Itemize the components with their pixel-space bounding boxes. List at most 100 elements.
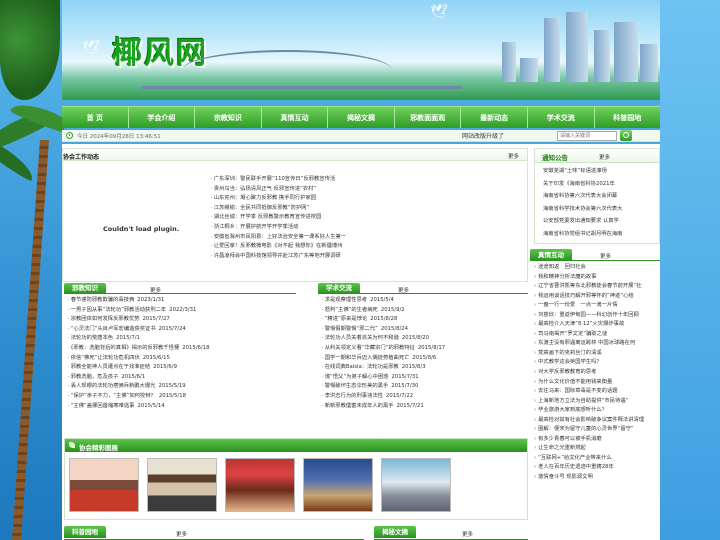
gallery-photo[interactable] [225,458,295,512]
list-item[interactable]: › 我和精神分析法魔的故事 [534,273,660,283]
list-item[interactable]: ·求是观察理性思考 2015/5/4 [322,296,528,306]
clock-icon [66,132,73,139]
list-item[interactable]: 关于印发《海南省科协2021年 [543,178,659,191]
list-item[interactable]: ·依信“佛死”让法轮功危机四伏 2015/6/15 [68,354,296,364]
gallery-photo[interactable] [147,458,217,512]
digest-title[interactable]: 揭秘文摘 [374,526,416,538]
list-item[interactable]: › 毕业旅游大家到底想听什么？ [534,406,660,416]
list-item[interactable]: ·许昌凌拜会中国科技馆领导并赴江苏广东等地开展调研 [211,252,346,262]
list-item[interactable]: › 为什么文化价值不能用钱来衡量 [534,378,660,388]
nav-home[interactable]: 首 页 [62,107,129,128]
list-item[interactable]: ·贵州乌当：弘扬清风正气 反邪宣传进“农村” [211,185,346,195]
academic-list: ·求是观察理性思考 2015/5/4 ·怒判“主佛”的生者病死 2015/9/2 ·… [318,294,528,411]
nav-digest[interactable]: 揭秘文摘 [328,107,395,128]
list-item[interactable]: ·怒判“主佛”的生者病死 2015/9/2 [322,306,528,316]
list-item[interactable]: › 图解：便宋为留守儿童的心灵世界“留守” [534,425,660,435]
work-news-list: ·广东深圳：警民联手开展“110宣传日”反邪教宣传活 ·贵州乌当：弘扬清风正气 … [211,175,346,261]
list-item[interactable]: ·安徽省滁州市凤阳县：上好法治安全第一课系好人生第一 [211,233,346,243]
list-item[interactable]: › 对大学反邪教教育的思考 [534,368,660,378]
list-item[interactable]: ·“保护”亲子不力，“主佛”如何狡辩？ 2015/5/18 [68,392,296,402]
list-item[interactable]: › “互联网+”给文化产业带来什么 [534,454,660,464]
list-item[interactable]: ·湖北丝城：开学季 反邪教警示教育宣传进校园 [211,213,346,223]
nav-science[interactable]: 科普园地 [595,107,661,128]
list-item[interactable]: 海南省科协党组书记胡月明在海南 [543,228,659,241]
page: 🕊 🕊 椰风网 首 页 学会介绍 宗教知识 真情互动 揭秘文摘 邪教面面观 最新… [0,0,720,540]
list-item[interactable]: ·法轮功的荒唐本色 2015/7/1 [68,334,296,344]
list-item[interactable]: ·宗教团体如何发挥反邪教优势 2015/7/27 [68,315,296,325]
list-item[interactable]: ·广东深圳：警民联手开展“110宣传日”反邪教宣传活 [211,175,346,185]
list-item[interactable]: ·警惕假期警惕“邪二代” 2015/8/24 [322,325,528,335]
notice-list: 安徽芜湖“土味”标语进濠场 关于印发《海南省科协2021年 海南省科协第六次代表… [535,163,659,241]
list-item[interactable]: ·从利关领定义看“华藏宗门”的邪教特征 2015/8/17 [322,344,528,354]
search-input[interactable]: 请输入关键词 [557,131,617,141]
list-item[interactable]: ·警惕破坏生态伞形美的黑手 2015/7/30 [322,382,528,392]
list-item[interactable]: ·在线词典Balsla：法轮功是邪教 2015/8/3 [322,363,528,373]
list-item[interactable]: › 有多少青春可以被手机消磨 [534,435,660,445]
nav-interact[interactable]: 真情互动 [262,107,329,128]
nav-academic[interactable]: 学术交流 [528,107,595,128]
nav-about[interactable]: 学会介绍 [129,107,196,128]
list-item[interactable]: ·李洪志行为的刑事违法性 2015/7/22 [322,392,528,402]
list-item[interactable]: ·春节谨防邪教欺骗的毒技俩 2023/1/31 [68,296,296,306]
interaction-list: › 迷途知返 回归社会 › 我和精神分析法魔的故事 › 辽宁省曹洪凯等东北邪教徒会春节… [530,261,660,483]
science-garden-title[interactable]: 科普园地 [64,526,106,538]
nav-news[interactable]: 最新动态 [461,107,528,128]
list-item[interactable]: ·山东兖州：凝心聚力反邪教 携手同行护家园 [211,194,346,204]
list-item[interactable]: › 辽宁省曹洪凯等东北邪教徒会春节前开展“社 [534,282,660,292]
scrolling-notice[interactable]: 网站改版升级了 [462,131,504,140]
list-item[interactable]: ·“心灵法门”头目卢军宏编造获奖证书 2015/7/24 [68,325,296,335]
list-item[interactable]: ·一男子因从事“法轮功”邪教活动获刑二年 2022/3/31 [68,306,296,316]
gallery-photo[interactable] [381,458,451,512]
list-item[interactable]: ·江苏赣榆：全民共同抵御反邪教“防护网” [211,204,346,214]
list-item[interactable]: › 激情奋斗号 现影源文明 [534,473,660,483]
interaction-more-link[interactable]: 更多 [600,252,611,260]
list-item[interactable]: › 一盘一行一份爱 一点一滴一片情 [534,301,660,311]
nav-religion[interactable]: 宗教知识 [195,107,262,128]
list-item[interactable]: ·“精进”原来是悖论 2015/8/28 [322,315,528,325]
search-button[interactable] [620,130,632,141]
list-item[interactable]: › 梵高画下的克莉丝汀的清溪 [534,349,660,359]
dove-icon: 🕊 [82,40,100,56]
notice-more-link[interactable]: 更多 [599,153,610,161]
list-item[interactable]: › 我运用谈话技巧解开邪等怀的“神迹”心结 [534,292,660,302]
leaf-icon [69,442,75,448]
list-item[interactable]: ·浙江桐乡：开展护航开学开学季活动 [211,223,346,233]
bridge-illustration [182,50,392,90]
palm-tree-decoration [0,0,64,540]
list-item[interactable]: 海南省科学技术协会第六次代表大 [543,203,659,216]
list-item[interactable]: ·“主佛”盖挪回首缩寒难逃事 2015/5/14 [68,402,296,412]
work-news-title: 协会工作动态 [63,154,100,161]
science-garden-more-link[interactable]: 更多 [176,530,187,538]
digest-more-link[interactable]: 更多 [462,530,473,538]
list-item[interactable]: › 去往马来：国际草毒是不变的话题 [534,387,660,397]
list-item[interactable]: ·法轮功人员关着派关为何不和谐 2015/8/20 [322,334,528,344]
work-news-more-link[interactable]: 更多 [508,152,519,160]
list-item[interactable]: ·丢人现眼的法轮功痞俩兵新鹏大爆光 2015/5/19 [68,382,296,392]
list-item[interactable]: 公安部党委发出通知要求 认真学 [543,215,659,228]
list-item[interactable]: › 中式教学这会英国学生吗？ [534,358,660,368]
list-item[interactable]: ·让爱回家！反邪教微电影《对不起 我想你》在新疆博州 [211,242,346,252]
tower-illustration [544,18,560,82]
gallery-photo[interactable] [69,458,139,512]
list-item[interactable]: › 上海新地方立法为自助提供“市民待遇” [534,397,660,407]
list-item[interactable]: › 老人在百年历史遗迹中重铸28年 [534,463,660,473]
list-item[interactable]: › 司马南揭开“罗文定”骗取之谜 [534,330,660,340]
list-item[interactable]: › 最高检对其有社会影响破争议案件释法讲清理 [534,416,660,426]
list-item[interactable]: ·国学一期和华兵迈入偶徒势植曲死亡 2015/8/6 [322,354,528,364]
list-item[interactable]: › 最高检介入天津“8·12”火灾爆炸事故 [534,320,660,330]
list-item[interactable]: › 让生命之光重新燃起 [534,444,660,454]
list-item[interactable]: 海南省科协第六次代表大会闭幕 [543,190,659,203]
list-item[interactable]: ·新新邪教僵害未成年人的黑手 2015/7/21 [322,402,528,412]
list-item[interactable]: › 刘慈欣：重返伊甸园——科幻创作十年回顾 [534,311,660,321]
nav-cult-view[interactable]: 邪教面面观 [395,107,462,128]
list-item[interactable]: › 迷途知返 回归社会 [534,263,660,273]
list-item[interactable]: › 东渡主没有邪遇离运跨林 中国冰球路在何 [534,339,660,349]
photo-gallery: 协会精彩图展 [64,438,528,520]
gallery-photo[interactable] [303,458,373,512]
list-item[interactable]: ·邪教全能神人员遭点在于找准症结 2015/6/9 [68,363,296,373]
list-item[interactable]: ·谎“悟父”为弟子解心中困惑 2015/7/31 [322,373,528,383]
list-item[interactable]: 安徽芜湖“土味”标语进濠场 [543,165,659,178]
list-item[interactable]: ·《邪教：洗脑背后的真相》揭示的反邪教千怪梗 2015/6/18 [68,344,296,354]
list-item[interactable]: ·邪教洗脑，危及孩子 2015/6/1 [68,373,296,383]
header-banner: 🕊 🕊 椰风网 [62,0,660,100]
